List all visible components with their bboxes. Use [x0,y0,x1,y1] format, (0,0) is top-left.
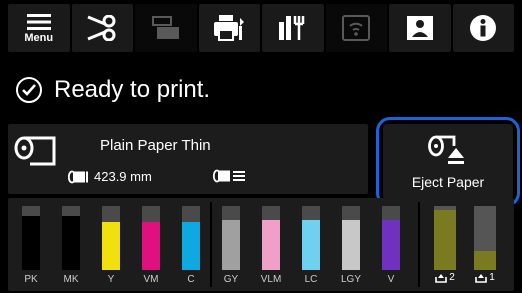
ink-label: GY [223,274,239,285]
ink-tank-body [342,206,360,270]
ink-label: MK [63,274,79,285]
ink-level-fill [22,215,40,270]
ink-level-fill [302,220,320,270]
ink-label: LC [304,274,318,285]
ink-label: C [187,274,195,285]
maintenance-level-fill [434,210,456,270]
info-icon [470,15,497,41]
book-help-icon [406,16,433,40]
ink-label: V [387,274,395,285]
maintenance-box-body [474,206,496,270]
check-circle-icon [16,77,42,103]
ink-tank-body [382,206,400,270]
ink-level-fill [382,220,400,270]
ink-label: Y [107,274,115,285]
status-text: Ready to print. [54,76,211,103]
info-button[interactable] [452,4,514,52]
ink-tank-body [222,206,240,270]
ink-level-fill [222,220,240,270]
top-toolbar: Menu [0,0,522,56]
ink-tank-body [302,206,320,270]
maintenance-box-icon [475,273,488,283]
maintenance-box-1: 1 [474,198,496,291]
ink-tank-body [182,206,200,270]
eject-paper-inner: Eject Paper [383,124,513,200]
paper-type: Plain Paper Thin [100,137,211,154]
print-head-icon [278,16,304,40]
status-bar: Ready to print. [0,62,522,118]
ink-level-fill [342,220,360,270]
ink-level-fill [262,220,280,270]
scissors-icon [87,15,116,41]
ink-level-fill [142,222,160,270]
roll-paper-icon [14,136,56,166]
paper-settings-icon [213,169,245,183]
ink-tank-gy: GY [222,198,240,291]
maintenance-label: 1 [468,272,502,283]
paper-feed-button[interactable] [135,4,197,52]
paper-feed-icon [151,16,179,39]
ink-tank-lc: LC [302,198,320,291]
ink-tank-body [22,206,40,270]
wireless-button[interactable] [325,4,387,52]
ink-label: PK [24,274,38,285]
maintenance-label: 2 [428,272,462,283]
ink-group-divider [210,202,212,287]
maintenance-divider [418,202,420,287]
roll-length: 423.9 mm [68,169,152,184]
eject-paper-button[interactable]: Eject Paper [376,117,520,207]
ink-tank-vm: VM [142,198,160,291]
ink-label: VLM [260,274,282,285]
ink-tank-y: Y [102,198,120,291]
eject-paper-icon [428,135,464,164]
roll-length-icon [68,170,88,183]
ink-tank-c: C [182,198,200,291]
ink-tank-body [262,206,280,270]
maintenance-button[interactable] [262,4,324,52]
wifi-icon [342,15,371,41]
maintenance-box-icon [435,273,448,283]
roll-length-value: 423.9 mm [94,169,152,184]
printer-settings-button[interactable] [198,4,260,52]
maintenance-number: 2 [449,272,455,283]
help-button[interactable] [389,4,451,52]
ink-tank-vlm: VLM [261,198,281,291]
ink-label: VM [143,274,159,285]
ink-level-fill [62,215,80,270]
ink-label: LGY [340,274,361,285]
maintenance-number: 1 [489,272,495,283]
ink-level-fill [102,222,120,270]
ink-status-panel[interactable]: PK MK Y VM C GY VLM LC LGY V 2 1 [8,198,514,291]
ink-tank-lgy: LGY [341,198,361,291]
menu-button[interactable]: Menu [8,4,70,52]
ink-tank-mk: MK [62,198,80,291]
ink-tank-v: V [382,198,400,291]
menu-icon [26,13,51,30]
ink-tank-body [62,206,80,270]
maintenance-box-2: 2 [434,198,456,291]
maintenance-box-body [434,206,456,270]
eject-paper-label: Eject Paper [411,174,485,190]
ink-tank-body [102,206,120,270]
printer-settings-icon [214,15,245,41]
maintenance-level-fill [474,250,496,270]
menu-label: Menu [24,31,54,44]
ink-tank-pk: PK [22,198,40,291]
ink-tank-body [142,206,160,270]
paper-info-panel[interactable]: Plain Paper Thin 423.9 mm [8,124,368,194]
ink-level-fill [182,222,200,270]
cut-paper-button[interactable] [71,4,133,52]
